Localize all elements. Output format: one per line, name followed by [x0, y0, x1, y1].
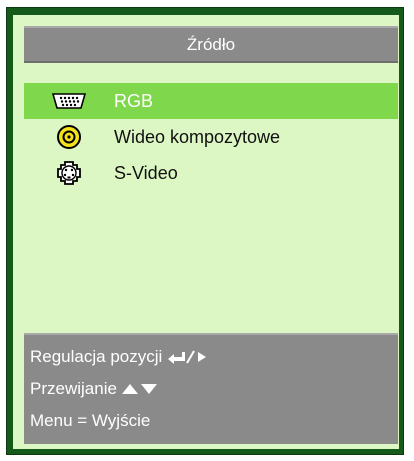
source-list: RGB Wideo kompozytowe S-Video — [24, 83, 398, 191]
hint-adjust: Regulacja pozycji — [30, 341, 398, 373]
enter-right-arrow-icon — [166, 349, 210, 365]
hint-scroll: Przewijanie — [30, 373, 398, 405]
source-item-label: S-Video — [114, 162, 178, 183]
source-item-rgb[interactable]: RGB — [24, 83, 398, 119]
composite-rca-icon — [24, 124, 114, 150]
source-item-composite[interactable]: Wideo kompozytowe — [24, 119, 398, 155]
menu-title-bar: Źródło — [24, 26, 398, 63]
help-footer: Regulacja pozycji Przewijanie Menu = Wyj… — [24, 333, 398, 444]
source-item-svideo[interactable]: S-Video — [24, 155, 398, 191]
hint-menu-label: Menu = Wyjście — [30, 411, 151, 430]
hint-menu: Menu = Wyjście — [30, 405, 398, 437]
hint-adjust-label: Regulacja pozycji — [30, 347, 163, 366]
source-item-label: Wideo kompozytowe — [114, 126, 281, 147]
s-video-port-icon — [24, 160, 114, 186]
menu-title: Źródło — [186, 34, 236, 54]
source-item-label: RGB — [114, 90, 154, 111]
hint-scroll-label: Przewijanie — [30, 379, 117, 398]
vga-port-icon — [24, 92, 114, 110]
up-down-arrow-icon — [121, 382, 159, 396]
